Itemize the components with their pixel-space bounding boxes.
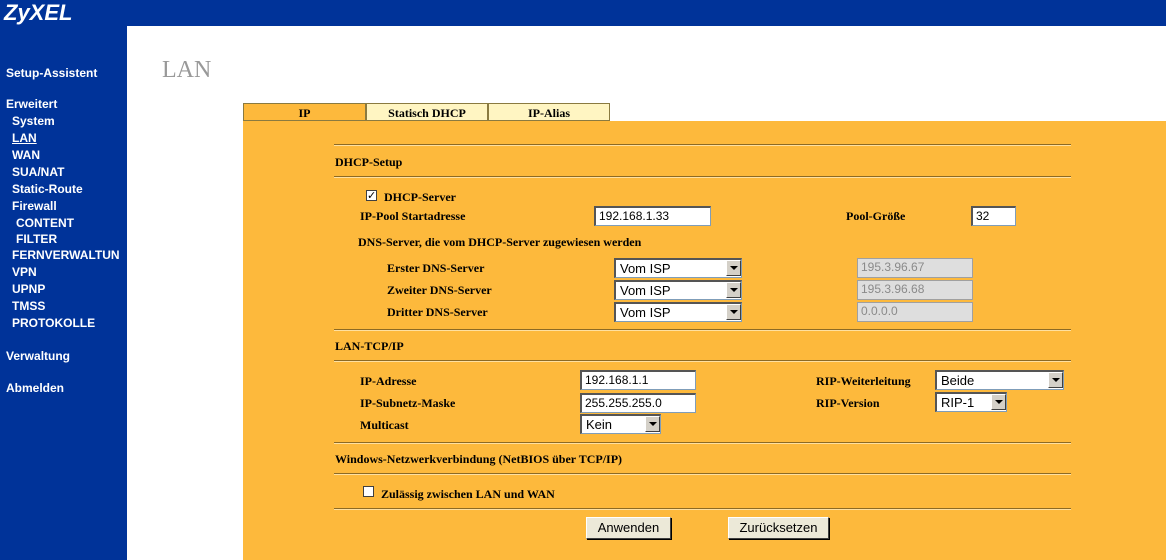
nav-management[interactable]: Verwaltung bbox=[6, 349, 70, 363]
subnet-mask-input[interactable]: 255.255.255.0 bbox=[580, 393, 696, 413]
divider bbox=[334, 329, 1071, 331]
dns3-label: Dritter DNS-Server bbox=[387, 305, 488, 319]
multicast-select[interactable]: Kein bbox=[580, 414, 661, 434]
apply-button[interactable]: Anwenden bbox=[586, 517, 671, 539]
ip-address-input[interactable]: 192.168.1.1 bbox=[580, 370, 696, 390]
top-bar bbox=[0, 0, 1166, 26]
nav-remote-management[interactable]: FERNVERWALTUN bbox=[12, 248, 127, 262]
nav-logout[interactable]: Abmelden bbox=[6, 381, 64, 395]
nav-filter[interactable]: FILTER bbox=[16, 232, 57, 246]
pool-start-label: IP-Pool Startadresse bbox=[360, 209, 466, 223]
divider bbox=[334, 360, 1071, 362]
nav-setup-wizard[interactable]: Setup-Assistent bbox=[6, 66, 97, 80]
nav-advanced[interactable]: Erweitert bbox=[6, 97, 57, 111]
rip-version-label: RIP-Version bbox=[816, 396, 880, 410]
zyxel-logo: ZyXEL bbox=[4, 0, 73, 25]
dns1-mode-value: Vom ISP bbox=[620, 261, 671, 276]
divider bbox=[334, 473, 1071, 475]
dns1-mode-select[interactable]: Vom ISP bbox=[614, 258, 742, 278]
divider bbox=[334, 144, 1071, 146]
rip-version-value: RIP-1 bbox=[941, 395, 975, 410]
nav-wan[interactable]: WAN bbox=[12, 148, 40, 162]
chevron-down-icon bbox=[726, 260, 741, 276]
rip-direction-value: Beide bbox=[941, 373, 975, 388]
dns3-mode-select[interactable]: Vom ISP bbox=[614, 302, 742, 322]
nav-logs[interactable]: PROTOKOLLE bbox=[12, 316, 95, 330]
chevron-down-icon bbox=[645, 416, 660, 432]
dns2-ip-input[interactable]: 195.3.96.68 bbox=[857, 280, 973, 300]
dhcp-server-checkbox[interactable]: ✓ bbox=[366, 190, 377, 201]
multicast-label: Multicast bbox=[360, 418, 409, 432]
dns3-mode-value: Vom ISP bbox=[620, 305, 671, 320]
chevron-down-icon bbox=[726, 304, 741, 320]
netbios-section-title: Windows-Netzwerkverbindung (NetBIOS über… bbox=[335, 452, 623, 466]
lan-tcpip-section-title: LAN-TCP/IP bbox=[335, 339, 404, 353]
ip-address-label: IP-Adresse bbox=[360, 374, 417, 388]
dns1-ip-input[interactable]: 195.3.96.67 bbox=[857, 258, 973, 278]
tab-ip[interactable]: IP bbox=[243, 103, 366, 121]
dns1-label: Erster DNS-Server bbox=[387, 261, 485, 275]
nav-vpn[interactable]: VPN bbox=[12, 265, 37, 279]
nav-system[interactable]: System bbox=[12, 114, 55, 128]
page-title: LAN bbox=[162, 57, 212, 83]
dns2-mode-select[interactable]: Vom ISP bbox=[614, 280, 742, 300]
dns3-ip-input[interactable]: 0.0.0.0 bbox=[857, 302, 973, 322]
divider bbox=[334, 508, 1071, 510]
divider bbox=[334, 176, 1071, 178]
netbios-allow-label: Zulässig zwischen LAN und WAN bbox=[381, 487, 555, 501]
dhcp-server-label: DHCP-Server bbox=[384, 190, 456, 204]
tab-static-dhcp[interactable]: Statisch DHCP bbox=[366, 103, 488, 121]
subnet-mask-label: IP-Subnetz-Maske bbox=[360, 396, 456, 410]
dhcp-section-title: DHCP-Setup bbox=[335, 155, 403, 169]
content-corner bbox=[127, 26, 155, 54]
rip-version-select[interactable]: RIP-1 bbox=[935, 392, 1007, 412]
nav-tmss[interactable]: TMSS bbox=[12, 299, 45, 313]
nav-lan[interactable]: LAN bbox=[12, 131, 37, 145]
rip-direction-select[interactable]: Beide bbox=[935, 370, 1064, 390]
nav-upnp[interactable]: UPNP bbox=[12, 282, 45, 296]
rip-direction-label: RIP-Weiterleitung bbox=[816, 374, 911, 388]
chevron-down-icon bbox=[726, 282, 741, 298]
dns-heading: DNS-Server, die vom DHCP-Server zugewies… bbox=[358, 235, 642, 249]
nav-content[interactable]: CONTENT bbox=[16, 216, 74, 230]
dns2-mode-value: Vom ISP bbox=[620, 283, 671, 298]
reset-button[interactable]: Zurücksetzen bbox=[728, 517, 829, 539]
dns2-label: Zweiter DNS-Server bbox=[387, 283, 492, 297]
nav-static-route[interactable]: Static-Route bbox=[12, 182, 83, 196]
nav-sua-nat[interactable]: SUA/NAT bbox=[12, 165, 64, 179]
nav-firewall[interactable]: Firewall bbox=[12, 199, 57, 213]
divider bbox=[334, 442, 1071, 444]
multicast-value: Kein bbox=[586, 417, 613, 432]
pool-size-label: Pool-Größe bbox=[846, 209, 906, 223]
chevron-down-icon bbox=[991, 394, 1006, 410]
netbios-allow-checkbox[interactable] bbox=[363, 486, 374, 497]
tab-ip-alias[interactable]: IP-Alias bbox=[488, 103, 610, 121]
chevron-down-icon bbox=[1048, 372, 1063, 388]
pool-start-input[interactable]: 192.168.1.33 bbox=[594, 206, 711, 226]
pool-size-input[interactable]: 32 bbox=[971, 206, 1016, 226]
